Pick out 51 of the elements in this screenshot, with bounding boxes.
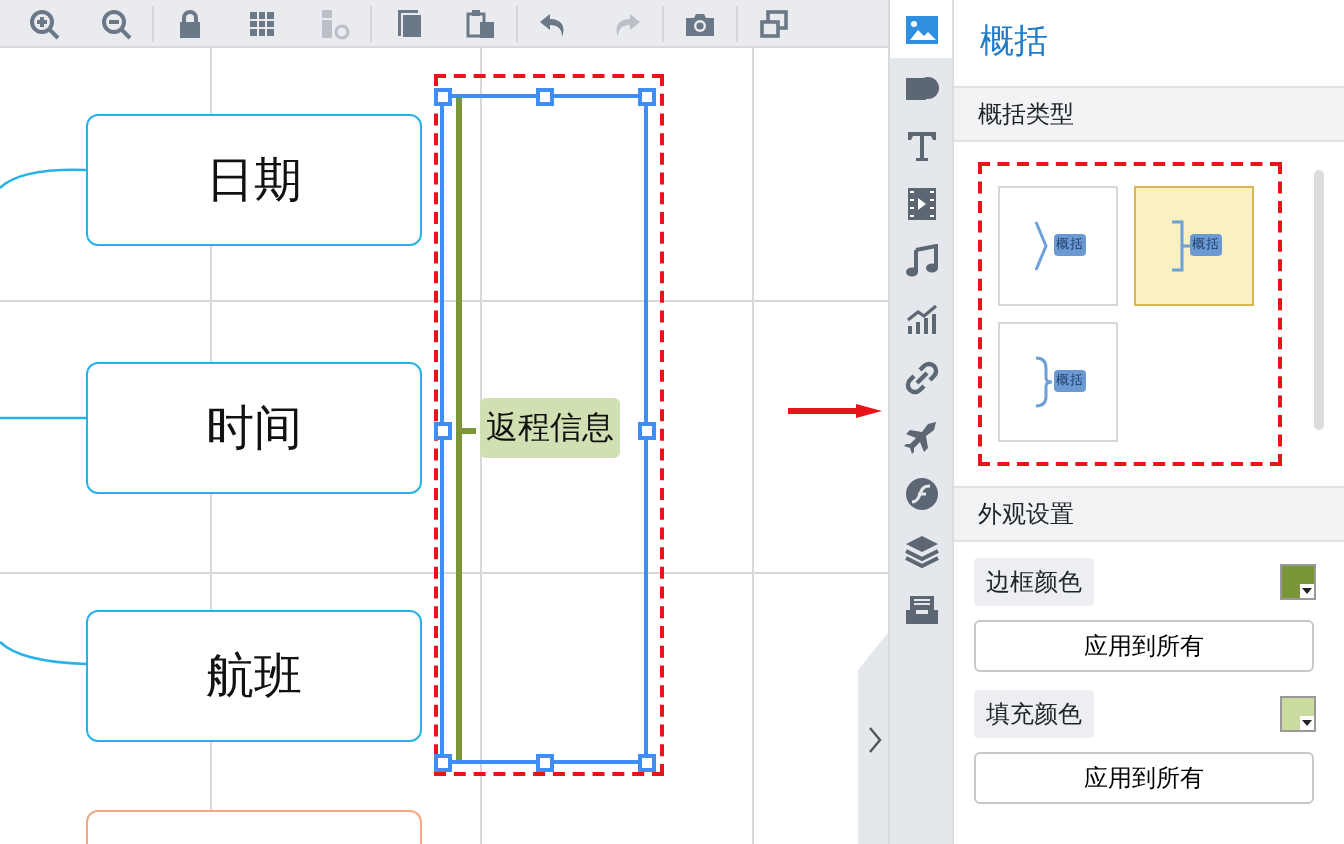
connector-line xyxy=(0,641,87,666)
apply-all-button[interactable]: 应用到所有 xyxy=(974,751,1314,803)
apply-all-button[interactable]: 应用到所有 xyxy=(974,619,1314,671)
resize-handle[interactable] xyxy=(536,754,554,772)
layout-icon xyxy=(318,7,350,39)
resize-handle[interactable] xyxy=(638,421,656,439)
plane-icon xyxy=(903,417,939,453)
section-header: 外观设置 xyxy=(954,485,1344,541)
resize-handle[interactable] xyxy=(638,88,656,106)
dropdown-icon xyxy=(1300,715,1314,729)
scrollbar[interactable] xyxy=(1314,169,1324,429)
text-icon xyxy=(903,127,939,163)
zoom-out-icon xyxy=(100,7,132,39)
bracket-icon xyxy=(1030,353,1054,409)
bar-chart-icon xyxy=(903,301,939,337)
color-swatch[interactable] xyxy=(1280,563,1316,599)
copy-icon xyxy=(392,7,424,39)
dropdown-icon xyxy=(1300,583,1314,597)
arrow-drawing xyxy=(788,402,882,420)
resize-handle[interactable] xyxy=(638,754,656,772)
bracket-icon xyxy=(1166,217,1190,273)
film-icon xyxy=(903,185,939,221)
link-icon xyxy=(903,359,939,395)
music-icon xyxy=(903,243,939,279)
inbox-icon xyxy=(903,591,939,627)
section-header: 概括类型 xyxy=(954,85,1344,141)
resize-handle[interactable] xyxy=(434,754,452,772)
image-tab[interactable] xyxy=(889,0,953,58)
clipboard-icon xyxy=(464,7,496,39)
resize-handle[interactable] xyxy=(536,88,554,106)
topic-node[interactable]: 日期 xyxy=(86,114,422,246)
color-swatch[interactable] xyxy=(1280,695,1316,731)
panel-title: 概括 xyxy=(978,20,1050,66)
resize-handle[interactable] xyxy=(434,88,452,106)
summary-label[interactable]: 返程信息 xyxy=(480,398,620,458)
property-label: 填充颜色 xyxy=(974,689,1094,737)
topic-node[interactable]: 航班 xyxy=(86,610,422,742)
grid-icon xyxy=(246,7,278,39)
flash-icon xyxy=(903,475,939,511)
lock-icon xyxy=(174,7,206,39)
property-label: 边框颜色 xyxy=(974,557,1094,605)
zoom-in-icon xyxy=(28,7,60,39)
windows-icon xyxy=(758,7,790,39)
chevron-right-icon xyxy=(867,726,881,754)
connector-line xyxy=(0,416,86,420)
bracket-tick xyxy=(462,428,476,434)
topic-node[interactable]: 时间 xyxy=(86,362,422,494)
resize-handle[interactable] xyxy=(434,421,452,439)
connector-line xyxy=(0,168,87,189)
layers-icon xyxy=(903,533,939,569)
image-icon xyxy=(903,11,939,47)
